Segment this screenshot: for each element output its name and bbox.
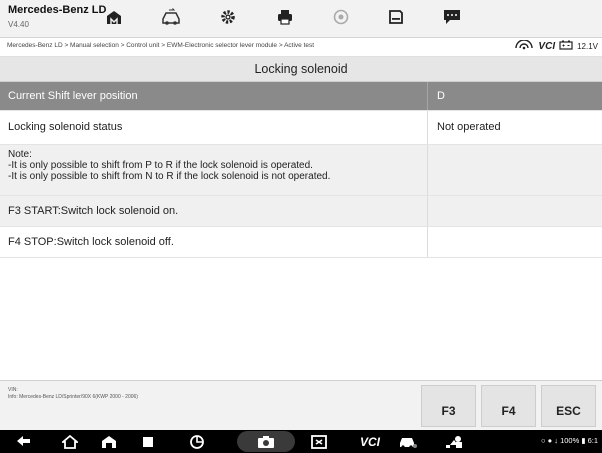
row-value: Not operated bbox=[437, 121, 501, 133]
help-icon[interactable] bbox=[327, 4, 355, 30]
status-bar-info: ○ ● ↓ 100% ▮ 6:1 bbox=[541, 436, 598, 445]
row-label: Current Shift lever position bbox=[8, 90, 138, 102]
app-version: V4.40 bbox=[8, 20, 29, 29]
vehicle-swap-icon[interactable] bbox=[157, 4, 185, 30]
system-nav-bar: VCI ○ ● ↓ 100% ▮ 6:1 bbox=[0, 430, 602, 453]
note-line-1: -It is only possible to shift from P to … bbox=[8, 160, 313, 171]
battery-icon bbox=[559, 40, 573, 52]
battery-voltage: 12.1V bbox=[577, 41, 598, 51]
table-row-f3: F3 START:Switch lock solenoid on. bbox=[0, 196, 602, 227]
screen-capture-icon[interactable] bbox=[306, 430, 332, 453]
table-row-shift-lever: Current Shift lever position D bbox=[0, 82, 602, 111]
print-icon[interactable] bbox=[271, 4, 299, 30]
camera-icon[interactable] bbox=[253, 430, 279, 453]
vci-nav-icon[interactable]: VCI bbox=[355, 430, 385, 453]
vehicle-icon[interactable] bbox=[395, 430, 421, 453]
vci-label: VCI bbox=[538, 40, 556, 52]
breadcrumb-bar: Mercedes-Benz LD > Manual selection > Co… bbox=[0, 38, 602, 57]
remote-desk-icon[interactable] bbox=[440, 430, 468, 453]
esc-button[interactable]: ESC bbox=[541, 385, 596, 427]
vci-status: VCI 12.1V bbox=[514, 39, 598, 52]
row-value: D bbox=[437, 90, 445, 102]
vci-connection-icon bbox=[514, 39, 534, 52]
vci-nav-label: VCI bbox=[359, 434, 380, 449]
row-label: Locking solenoid status bbox=[8, 121, 123, 133]
app-title: Mercedes-Benz LD bbox=[8, 4, 107, 16]
back-icon[interactable] bbox=[12, 430, 36, 453]
breadcrumb: Mercedes-Benz LD > Manual selection > Co… bbox=[7, 42, 315, 49]
note-title: Note: bbox=[8, 149, 32, 160]
settings-icon[interactable] bbox=[214, 4, 242, 30]
page-title: Locking solenoid bbox=[0, 57, 602, 82]
row-label: F4 STOP:Switch lock solenoid off. bbox=[8, 236, 174, 248]
f4-button[interactable]: F4 bbox=[481, 385, 536, 427]
browser-icon[interactable] bbox=[185, 430, 209, 453]
home-icon[interactable] bbox=[100, 4, 128, 30]
table-row-solenoid-status: Locking solenoid status Not operated bbox=[0, 111, 602, 145]
function-key-bar: VIN: Info: Mercedes-Benz LD/Sprinter/90X… bbox=[0, 380, 602, 431]
autel-home-icon[interactable] bbox=[97, 430, 121, 453]
f3-button[interactable]: F3 bbox=[421, 385, 476, 427]
table-row-note: Note: -It is only possible to shift from… bbox=[0, 145, 602, 196]
recent-apps-icon[interactable] bbox=[136, 430, 160, 453]
message-icon[interactable] bbox=[438, 4, 466, 30]
home-nav-icon[interactable] bbox=[58, 430, 82, 453]
table-row-f4: F4 STOP:Switch lock solenoid off. bbox=[0, 227, 602, 258]
vin-label: VIN: bbox=[8, 387, 18, 393]
vehicle-info: Info: Mercedes-Benz LD/Sprinter/90X 6(KW… bbox=[8, 394, 138, 400]
top-toolbar: Mercedes-Benz LD V4.40 bbox=[0, 0, 602, 38]
save-icon[interactable] bbox=[382, 4, 410, 30]
note-line-2: -It is only possible to shift from N to … bbox=[8, 171, 331, 182]
row-label: F3 START:Switch lock solenoid on. bbox=[8, 205, 179, 217]
